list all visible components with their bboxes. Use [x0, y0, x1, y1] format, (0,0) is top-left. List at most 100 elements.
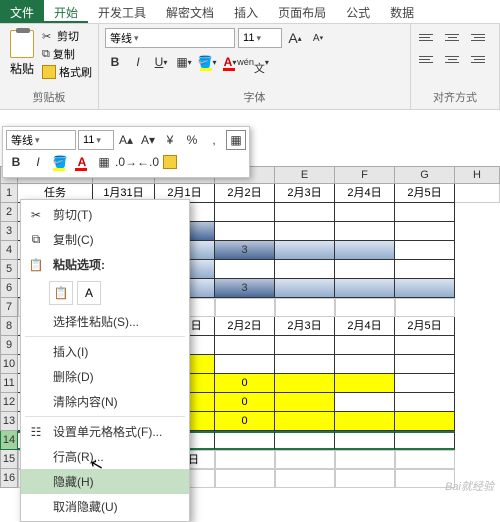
cell-E1[interactable]: 2月3日 — [275, 184, 335, 203]
ctx-clear[interactable]: 清除内容(N) — [21, 389, 189, 414]
row-header-9[interactable]: 9 — [0, 336, 18, 355]
ctx-insert[interactable]: 插入(I) — [21, 339, 189, 364]
tab-layout[interactable]: 页面布局 — [268, 0, 336, 23]
paste-option-default[interactable]: 📋 — [49, 281, 73, 305]
mini-decimal-dec[interactable]: .0→ — [116, 152, 136, 172]
bold-button[interactable]: B — [105, 52, 125, 72]
row-header-12[interactable]: 12 — [0, 393, 18, 412]
ctx-delete[interactable]: 删除(D) — [21, 364, 189, 389]
row-header-14[interactable]: 14 — [0, 431, 18, 450]
group-label-clipboard: 剪贴板 — [6, 87, 92, 105]
fill-color-button[interactable]: 🪣▾ — [197, 52, 217, 72]
col-header-H[interactable]: H — [455, 166, 500, 184]
tab-formula[interactable]: 公式 — [336, 0, 380, 23]
context-menu: ✂剪切(T) ⧉复制(C) 📋粘贴选项: 📋 A 选择性粘贴(S)... 插入(… — [20, 199, 190, 522]
gantt-bar[interactable]: 3 — [215, 241, 275, 260]
ctx-copy[interactable]: ⧉复制(C) — [21, 227, 189, 252]
mini-italic[interactable]: I — [28, 152, 48, 172]
row-header-10[interactable]: 10 — [0, 355, 18, 374]
yellow-cell[interactable]: 0 — [215, 374, 275, 393]
ctx-format-cells[interactable]: ☷设置单元格格式(F)... — [21, 419, 189, 444]
row-header-7[interactable]: 7 — [0, 298, 18, 317]
increase-font-button[interactable]: A▴ — [285, 28, 305, 48]
cell-G1[interactable]: 2月5日 — [395, 184, 455, 203]
align-left-button[interactable] — [417, 50, 439, 68]
phonetic-button[interactable]: wén文▾ — [243, 52, 263, 72]
mini-percent[interactable]: % — [182, 130, 202, 150]
watermark: Bai就经验 — [445, 478, 494, 494]
tab-insert[interactable]: 插入 — [224, 0, 268, 23]
mini-font-select[interactable]: 等线 — [6, 130, 76, 150]
font-name-select[interactable]: 等线 — [105, 28, 235, 48]
row-header-2[interactable]: 2 — [0, 203, 18, 222]
col-header-E[interactable]: E — [275, 166, 335, 184]
copy-icon — [42, 48, 50, 61]
yellow-cell[interactable]: 0 — [215, 412, 275, 431]
font-size-select[interactable]: 11 — [238, 28, 282, 48]
copy-icon: ⧉ — [27, 232, 45, 248]
row-header-4[interactable]: 4 — [0, 241, 18, 260]
mini-toolbar: 等线 11 A▴ A▾ ¥ % , ▦ B I 🪣 A ▦ .0→ ←.0 — [2, 126, 250, 178]
cell-D1[interactable]: 2月2日 — [215, 184, 275, 203]
italic-button[interactable]: I — [128, 52, 148, 72]
row-header-13[interactable]: 13 — [0, 412, 18, 431]
mini-format-painter[interactable] — [160, 152, 180, 172]
cut-button[interactable]: 剪切 — [42, 28, 92, 44]
chevron-down-icon — [134, 32, 139, 44]
mini-fill-color[interactable]: 🪣 — [50, 152, 70, 172]
ctx-paste-special[interactable]: 选择性粘贴(S)... — [21, 309, 189, 334]
row-header-15[interactable]: 15 — [0, 450, 18, 469]
mini-comma[interactable]: , — [204, 130, 224, 150]
col-header-F[interactable]: F — [335, 166, 395, 184]
mini-currency[interactable]: ¥ — [160, 130, 180, 150]
decrease-font-button[interactable]: A▾ — [308, 28, 328, 48]
row-header-16[interactable]: 16 — [0, 469, 18, 488]
yellow-cell[interactable]: 0 — [215, 393, 275, 412]
ctx-cut[interactable]: ✂剪切(T) — [21, 202, 189, 227]
mini-font-color[interactable]: A — [72, 152, 92, 172]
ctx-row-height[interactable]: 行高(R)... — [21, 444, 189, 469]
mini-increase-font[interactable]: A▴ — [116, 130, 136, 150]
row-header-5[interactable]: 5 — [0, 260, 18, 279]
row-header-8[interactable]: 8 — [0, 317, 18, 336]
cell-H1[interactable] — [455, 184, 500, 203]
underline-button[interactable]: U▾ — [151, 52, 171, 72]
format-painter-button[interactable]: 格式刷 — [42, 64, 92, 80]
align-bottom-button[interactable] — [465, 28, 487, 46]
scissors-icon: ✂ — [27, 207, 45, 223]
tab-dev[interactable]: 开发工具 — [88, 0, 156, 23]
border-button[interactable]: ▦▾ — [174, 52, 194, 72]
separator — [25, 416, 185, 417]
paste-option-values[interactable]: A — [77, 281, 101, 305]
tab-home[interactable]: 开始 — [44, 0, 88, 23]
tab-decrypt[interactable]: 解密文档 — [156, 0, 224, 23]
font-color-button[interactable]: A▾ — [220, 52, 240, 72]
paste-button[interactable]: 粘贴 — [6, 28, 38, 80]
mini-merge[interactable]: ▦ — [226, 130, 246, 150]
row-header-3[interactable]: 3 — [0, 222, 18, 241]
align-top-button[interactable] — [417, 28, 439, 46]
clipboard-icon — [10, 30, 34, 58]
row-header-1[interactable]: 1 — [0, 184, 18, 203]
align-right-button[interactable] — [465, 50, 487, 68]
row-header-6[interactable]: 6 — [0, 279, 18, 298]
mini-decrease-font[interactable]: A▾ — [138, 130, 158, 150]
tab-data[interactable]: 数据 — [380, 0, 424, 23]
group-align: 对齐方式 — [411, 24, 500, 109]
mini-decimal-inc[interactable]: ←.0 — [138, 152, 158, 172]
col-header-G[interactable]: G — [395, 166, 455, 184]
clipboard-icon: 📋 — [27, 257, 45, 273]
gantt-bar[interactable]: 3 — [215, 279, 275, 298]
mini-bold[interactable]: B — [6, 152, 26, 172]
mini-size-select[interactable]: 11 — [78, 130, 114, 150]
mini-border[interactable]: ▦ — [94, 152, 114, 172]
ctx-unhide[interactable]: 取消隐藏(U) — [21, 494, 189, 519]
group-font: 等线 11 A▴ A▾ B I U▾ ▦▾ 🪣▾ A▾ wén文▾ 字体 — [99, 24, 411, 109]
ribbon: 粘贴 剪切 复制 格式刷 剪贴板 等线 11 A▴ A▾ B I U▾ ▦▾ 🪣 — [0, 24, 500, 110]
row-header-11[interactable]: 11 — [0, 374, 18, 393]
copy-button[interactable]: 复制 — [42, 46, 92, 62]
align-center-button[interactable] — [441, 50, 463, 68]
align-middle-button[interactable] — [441, 28, 463, 46]
cell-F1[interactable]: 2月4日 — [335, 184, 395, 203]
tab-file[interactable]: 文件 — [0, 0, 44, 23]
